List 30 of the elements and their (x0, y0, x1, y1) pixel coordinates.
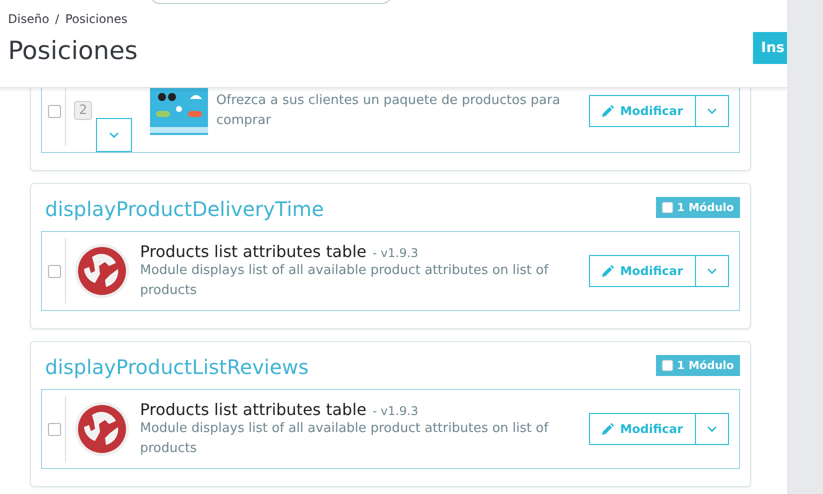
module-description: Module displays list of all available product attributes on list of products (140, 262, 550, 300)
module-description: Module displays list of all available product attributes on list of products (140, 420, 550, 458)
badge-checkbox[interactable] (662, 360, 673, 371)
module-checkbox[interactable] (48, 104, 61, 118)
pencil-icon (602, 105, 614, 117)
header-button[interactable]: Ins (753, 32, 787, 64)
module-description: Ofrezca a sus clientes un paquete de productos para comprar (216, 92, 562, 130)
caret-icon (707, 268, 717, 274)
badge-checkbox[interactable] (662, 202, 673, 213)
module-name: Products list attributes table (140, 242, 366, 260)
breadcrumb-separator: / (55, 12, 60, 26)
module-name: Products list attributes table (140, 400, 366, 418)
module-checkbox[interactable] (48, 264, 61, 278)
caret-icon (707, 426, 717, 432)
move-down-button[interactable] (96, 118, 132, 152)
module-count-badge[interactable]: 1 Módulo (656, 197, 740, 218)
module-version: - v1.9.3 (372, 404, 418, 418)
module-version: - v1.9.3 (372, 246, 418, 260)
pencil-icon (602, 423, 614, 435)
caret-icon (109, 132, 120, 138)
hook-name: displayProductListReviews (45, 355, 309, 379)
breadcrumb-link[interactable]: Diseño (8, 12, 50, 26)
breadcrumb-link[interactable]: Posiciones (65, 12, 128, 26)
module-checkbox[interactable] (48, 422, 61, 436)
position-number: 2 (74, 100, 92, 120)
module-count-badge[interactable]: 1 Módulo (656, 355, 740, 376)
pencil-icon (602, 265, 614, 277)
caret-icon (707, 108, 717, 114)
page-title: Posiciones (8, 36, 138, 65)
hook-name: displayProductDeliveryTime (45, 197, 324, 221)
